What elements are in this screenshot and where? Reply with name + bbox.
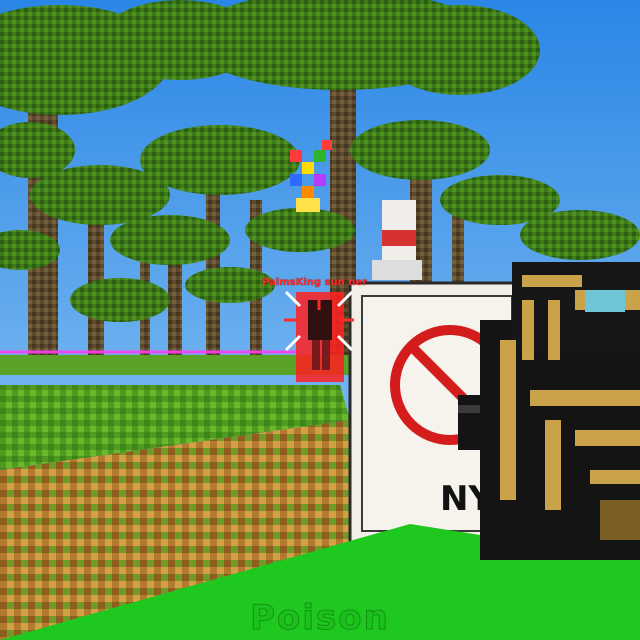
weapon-name-label: Poison bbox=[250, 598, 390, 639]
game-viewport[interactable]: NY bbox=[0, 0, 640, 640]
enemy-nametag: PalmsKing sun ner bbox=[262, 277, 368, 288]
